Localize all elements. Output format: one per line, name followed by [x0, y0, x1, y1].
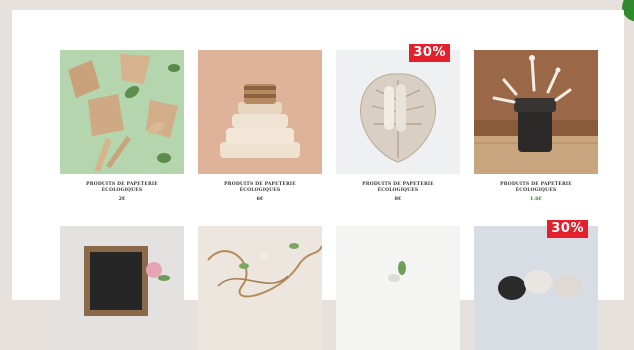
product-image-6[interactable] [198, 226, 322, 350]
product-title-2[interactable]: Produits de papeterie écologiques [198, 182, 322, 194]
product-image-7[interactable] [336, 226, 460, 350]
product-title-line1: Produits de papeterie [86, 182, 158, 187]
product-image-5[interactable] [60, 226, 184, 350]
product-title-line1: Produits de papeterie [500, 182, 572, 187]
product-title-line2: écologiques [377, 188, 419, 193]
product-image-8[interactable]: 30% [474, 220, 598, 350]
discount-badge: 30% [409, 44, 450, 62]
product-title-1[interactable]: Produits de papeterie écologiques [60, 182, 184, 194]
product-title-line2: écologiques [239, 188, 281, 193]
product-grid: 30% Produits de papeterie écologiques 2€… [12, 10, 624, 350]
product-title-line2: écologiques [515, 188, 557, 193]
product-title-4[interactable]: Produits de papeterie écologiques [474, 182, 598, 194]
product-title-line1: Produits de papeterie [224, 182, 296, 187]
product-image-2[interactable] [198, 50, 322, 174]
discount-badge: 30% [547, 220, 588, 238]
product-price-3: 8€ [394, 196, 402, 202]
product-image-3[interactable]: 30% [336, 44, 460, 174]
product-title-line2: écologiques [101, 188, 143, 193]
product-title-3[interactable]: Produits de papeterie écologiques [336, 182, 460, 194]
product-image-4[interactable] [474, 50, 598, 174]
product-price-4: 1.6€ [529, 196, 543, 202]
product-title-line1: Produits de papeterie [362, 182, 434, 187]
product-price-1: 2€ [118, 196, 126, 202]
product-price-2: 6€ [256, 196, 264, 202]
product-image-1[interactable] [60, 50, 184, 174]
